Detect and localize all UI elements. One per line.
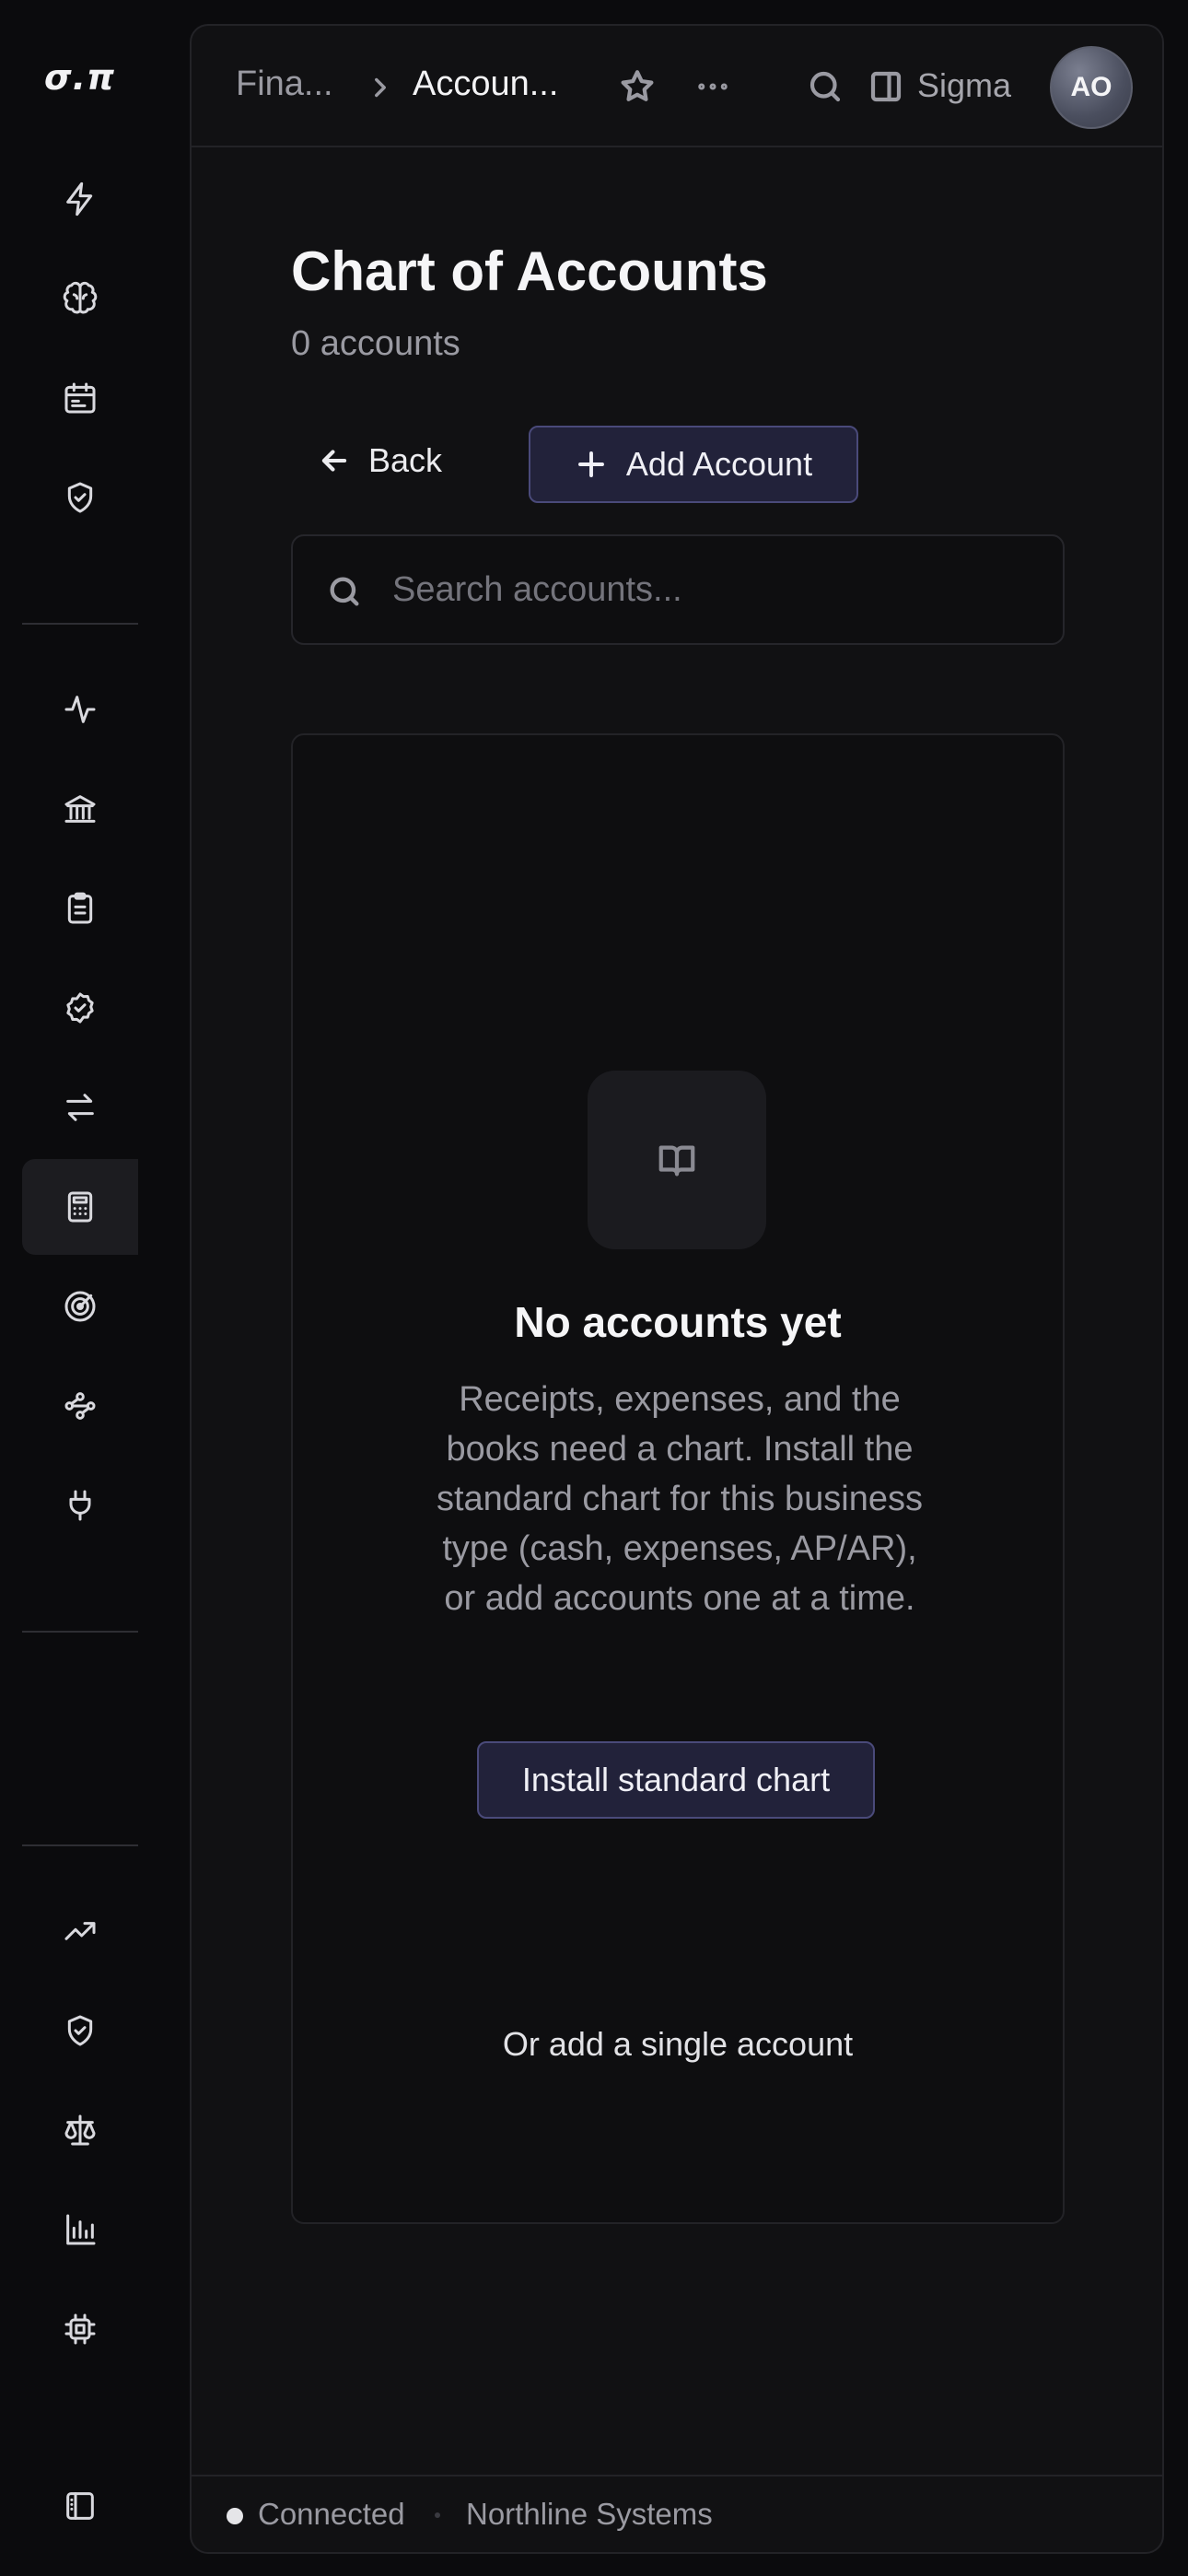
arrows-swap-icon bbox=[66, 1094, 94, 1121]
sidebar-toggle[interactable] bbox=[22, 2458, 138, 2554]
book-open-icon bbox=[658, 1145, 695, 1177]
sidebar-item-growth[interactable] bbox=[22, 1883, 138, 1979]
sidebar-item-workflows[interactable] bbox=[22, 1358, 138, 1454]
arrow-left-icon bbox=[321, 450, 347, 472]
plug-icon bbox=[69, 1490, 91, 1521]
sidebar: σ.π bbox=[0, 0, 188, 2576]
add-single-account-link[interactable]: Or add a single account bbox=[293, 2025, 1063, 2064]
favorite-button[interactable] bbox=[611, 61, 663, 112]
sidebar-item-banking[interactable] bbox=[22, 761, 138, 857]
lightning-icon bbox=[66, 181, 93, 217]
sidebar-item-calendar[interactable] bbox=[22, 350, 138, 446]
badge-check-icon bbox=[66, 992, 94, 1024]
sidebar-divider bbox=[22, 1631, 138, 1633]
scale-icon bbox=[64, 2114, 96, 2146]
sidebar-item-pulse[interactable] bbox=[22, 662, 138, 757]
topbar: Fina... Accoun... Sigma AO bbox=[192, 26, 1162, 147]
more-horizontal-icon bbox=[698, 83, 728, 90]
sidebar-item-transfers[interactable] bbox=[22, 1060, 138, 1155]
sidebar-item-activity-feed[interactable] bbox=[22, 151, 138, 247]
organization-name[interactable]: Northline Systems bbox=[466, 2497, 713, 2532]
status-bar: Connected Northline Systems bbox=[192, 2475, 1162, 2552]
cpu-chip-icon bbox=[64, 2313, 96, 2345]
sidebar-item-goals[interactable] bbox=[22, 1259, 138, 1354]
activity-icon bbox=[64, 696, 96, 723]
workflow-icon bbox=[64, 1392, 96, 1420]
star-icon bbox=[621, 70, 654, 101]
search-icon bbox=[330, 577, 359, 606]
brain-icon bbox=[63, 281, 98, 314]
main-panel: Fina... Accoun... Sigma AO Chart of Acco… bbox=[190, 24, 1164, 2554]
assistant-panel-label[interactable]: Sigma bbox=[917, 66, 1011, 105]
sidebar-item-approvals[interactable] bbox=[22, 960, 138, 1056]
plus-icon bbox=[577, 451, 604, 477]
chevron-right-icon bbox=[375, 77, 386, 98]
sidebar-item-integrations[interactable] bbox=[22, 1458, 138, 1553]
sidebar-item-compliance[interactable] bbox=[22, 450, 138, 545]
connection-status: Connected bbox=[258, 2497, 405, 2531]
sidebar-item-intelligence[interactable] bbox=[22, 251, 138, 346]
search-icon bbox=[809, 71, 841, 102]
empty-state-title: No accounts yet bbox=[514, 1298, 842, 1346]
sidebar-item-security[interactable] bbox=[22, 1983, 138, 2078]
search-input[interactable] bbox=[392, 560, 1037, 619]
breadcrumb-separator bbox=[365, 72, 396, 108]
sidebar-item-legal[interactable] bbox=[22, 2082, 138, 2178]
toggle-panel-button[interactable] bbox=[860, 61, 912, 112]
calculator-icon bbox=[67, 1191, 93, 1223]
back-button[interactable]: Back bbox=[317, 422, 483, 499]
back-button-label: Back bbox=[368, 441, 443, 479]
empty-state-card: No accounts yet Receipts, expenses, and … bbox=[291, 733, 1065, 2224]
shield-check-icon bbox=[67, 482, 93, 513]
install-standard-chart-button[interactable]: Install standard chart bbox=[477, 1741, 875, 1819]
empty-state-description: Receipts, expenses, and the books need a… bbox=[436, 1380, 924, 1618]
sidebar-panel-icon bbox=[66, 2492, 94, 2520]
app-logo[interactable]: σ.π bbox=[44, 57, 115, 98]
shield-check-icon bbox=[67, 2015, 93, 2046]
bank-icon bbox=[64, 795, 96, 823]
sidebar-item-tasks[interactable] bbox=[22, 861, 138, 956]
sidebar-item-reports[interactable] bbox=[22, 2182, 138, 2277]
search-field[interactable] bbox=[291, 534, 1065, 645]
calendar-list-icon bbox=[64, 382, 96, 414]
add-account-label: Add Account bbox=[625, 445, 813, 483]
sidebar-divider bbox=[22, 623, 138, 625]
panel-right-icon bbox=[870, 71, 902, 102]
connection-status-dot bbox=[227, 2508, 243, 2524]
clipboard-icon bbox=[67, 892, 93, 924]
trending-up-icon bbox=[64, 1922, 96, 1940]
page-title: Chart of Accounts bbox=[291, 240, 768, 302]
sidebar-item-system[interactable] bbox=[22, 2281, 138, 2377]
search-button[interactable] bbox=[799, 61, 851, 112]
breadcrumb-finance[interactable]: Fina... bbox=[236, 64, 333, 104]
breadcrumb-accounts[interactable]: Accoun... bbox=[413, 64, 558, 104]
more-options-button[interactable] bbox=[687, 61, 739, 112]
bar-chart-icon bbox=[66, 2214, 96, 2245]
sidebar-divider bbox=[22, 1844, 138, 1846]
user-avatar[interactable]: AO bbox=[1050, 46, 1133, 129]
account-count: 0 accounts bbox=[291, 324, 460, 363]
empty-state-icon-container bbox=[588, 1071, 766, 1249]
sidebar-item-accounting[interactable] bbox=[22, 1159, 138, 1255]
status-separator bbox=[435, 2512, 440, 2518]
add-account-button[interactable]: Add Account bbox=[529, 426, 858, 503]
radar-target-icon bbox=[64, 1291, 96, 1322]
